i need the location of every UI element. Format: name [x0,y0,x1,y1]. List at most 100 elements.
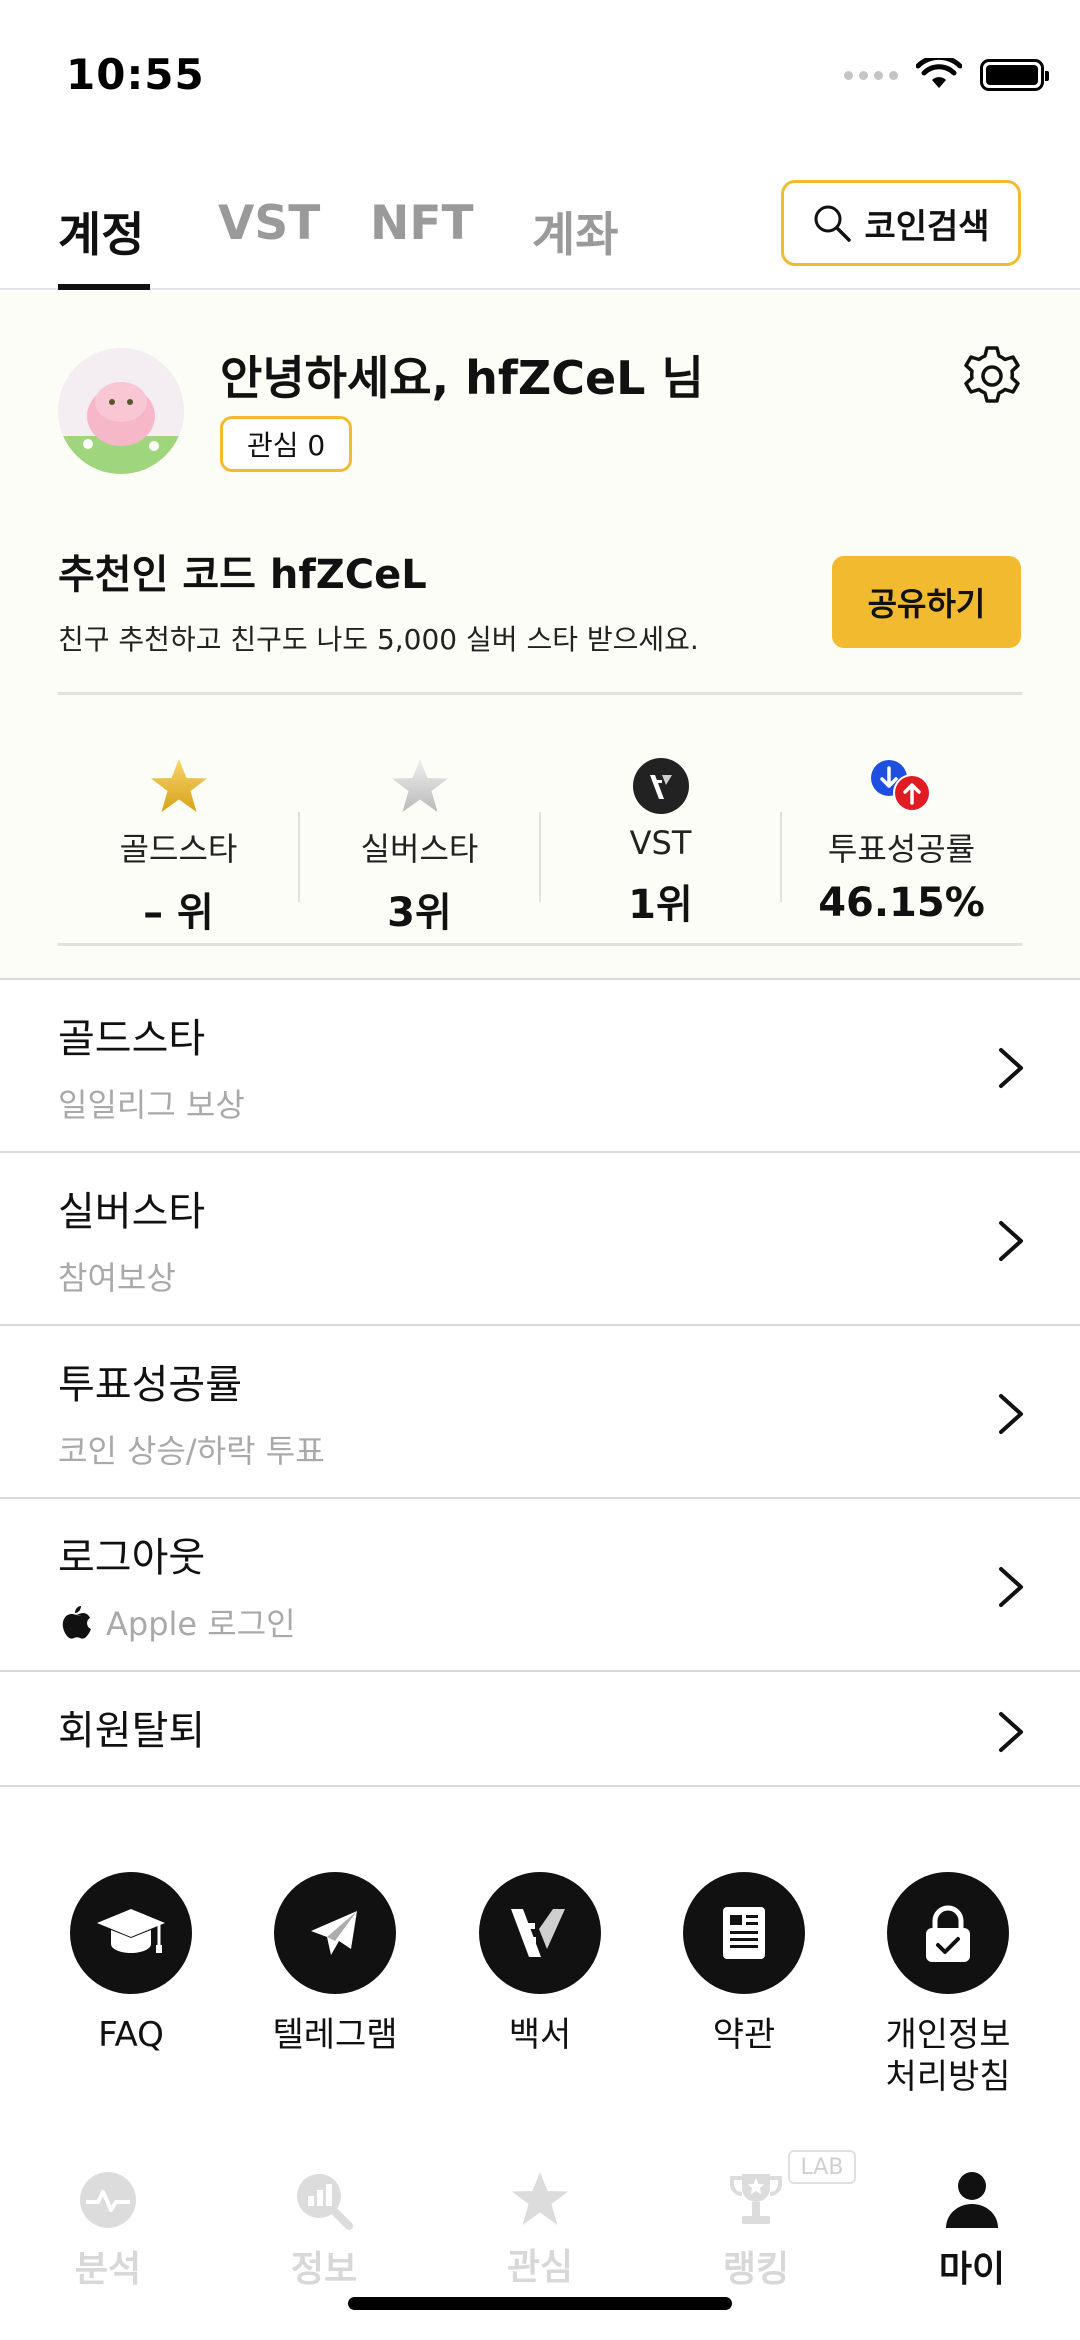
telegram-icon [311,1911,357,1955]
wifi-icon [916,58,962,88]
menu-item-subtitle-text: Apple 로그인 [106,1605,296,1643]
nav-analysis[interactable]: 분석 [28,2170,188,2292]
menu-item-title: 투표성공률 [58,1362,242,1408]
stat-label: 투표성공률 [827,830,976,868]
greeting-text: 안녕하세요, hfZCeL 님 [220,351,704,405]
chevron-right-icon [999,1567,1023,1607]
referral-description: 친구 추천하고 친구도 나도 5,000 실버 스타 받으세요. [58,623,699,656]
nav-label: 정보 [290,2249,358,2290]
menu-item-subtitle: Apple 로그인 [58,1599,296,1645]
shortcut-label-line2: 처리방침 [885,2057,1011,2097]
stat-value: 46.15% [818,880,985,926]
shortcut-label: 백서 [508,2015,572,2055]
star-icon [512,2172,568,2225]
nav-label: 마이 [938,2249,1006,2290]
menu-item-title: 로그아웃 [58,1535,206,1581]
menu-item-title: 골드스타 [58,1016,206,1062]
analysis-icon [80,2172,136,2228]
home-indicator [348,2297,732,2310]
stat-value: – 위 [143,890,214,936]
menu-item-gold-star[interactable]: 골드스타 일일리그 보상 [0,980,1080,1153]
shortcut-label: 텔레그램 [272,2015,398,2055]
silver-star-icon [391,759,448,812]
stat-label: VST [629,824,692,862]
nav-label: 관심 [506,2247,574,2288]
menu-item-subtitle: 일일리그 보상 [58,1080,245,1126]
menu-item-subtitle-text: 참여보상 [58,1259,176,1297]
search-icon [814,205,852,242]
menu-item-silver-star[interactable]: 실버스타 참여보상 [0,1153,1080,1326]
divider [58,692,1022,695]
status-icons [844,58,1049,92]
status-bar: 10:55 [0,0,1080,150]
nav-ranking[interactable]: 랭킹 [676,2170,836,2292]
stat-vst[interactable]: VST 1위 [540,732,781,932]
gold-star-icon [150,759,207,812]
apple-logo-icon [62,1606,91,1639]
menu-item-title: 실버스타 [58,1189,206,1235]
active-tab-indicator [58,284,150,290]
nav-my[interactable]: 마이 [892,2170,1052,2292]
menu-item-subtitle-text: 코인 상승/하락 투표 [58,1432,325,1470]
menu-item-subtitle-text: 일일리그 보상 [58,1086,245,1124]
battery-icon [980,59,1049,91]
shortcut-whitepaper[interactable]: 백서 [440,1872,640,2056]
stat-label: 골드스타 [119,830,238,868]
nav-info[interactable]: 정보 [244,2170,404,2292]
vote-updown-icon [870,760,931,812]
chevron-right-icon [999,1394,1023,1434]
shortcut-label: FAQ [98,2015,164,2055]
shortcut-faq[interactable]: FAQ [31,1872,231,2056]
menu-list: 골드스타 일일리그 보상 실버스타 참여보상 투표성공률 코인 상승/하락 투표… [0,978,1080,1787]
tab-vst[interactable]: VST [218,196,320,251]
menu-item-subtitle: 참여보상 [58,1253,176,1299]
avatar-image [58,348,184,474]
shortcut-row: FAQ 텔레그램 백서 약관 개인정보 처리방침 [0,1872,1080,2097]
document-icon [723,1907,765,1959]
tab-nft[interactable]: NFT [370,196,474,251]
menu-item-vote-success[interactable]: 투표성공률 코인 상승/하락 투표 [0,1326,1080,1499]
menu-item-subtitle: 코인 상승/하락 투표 [58,1426,325,1472]
coin-search-button[interactable]: 코인검색 [781,180,1021,266]
stat-value: 1위 [628,882,693,928]
stat-value: 3위 [387,890,452,936]
menu-item-withdraw[interactable]: 회원탈퇴 [0,1672,1080,1787]
settings-gear-icon[interactable] [960,344,1024,408]
tab-wallet[interactable]: 계좌 [532,196,618,265]
stat-vote-success[interactable]: 투표성공률 46.15% [781,732,1022,932]
lock-icon [926,1905,970,1962]
vst-logo-icon [511,1909,565,1957]
person-icon [946,2172,998,2228]
interest-count-chip[interactable]: 관심 0 [220,416,353,472]
stats-row: 골드스타 – 위 실버스타 3위 VST 1위 투표성공률 46.15% [58,732,1022,936]
referral-code-title: 추천인 코드 hfZCeL [58,552,427,598]
nav-label: 랭킹 [722,2249,790,2290]
bottom-nav: 분석 정보 관심 LAB 랭킹 마이 [0,2150,1080,2340]
coin-search-label: 코인검색 [864,206,990,247]
tab-account[interactable]: 계정 [58,196,144,265]
stat-gold-star[interactable]: 골드스타 – 위 [58,732,299,936]
stat-silver-star[interactable]: 실버스타 3위 [299,732,540,936]
chevron-right-icon [999,1048,1023,1088]
share-button[interactable]: 공유하기 [832,556,1021,648]
menu-item-title: 회원탈퇴 [58,1708,206,1754]
shortcut-label-line1: 개인정보 [885,2015,1011,2055]
trophy-icon [730,2174,782,2224]
chevron-right-icon [999,1712,1023,1752]
shortcut-telegram[interactable]: 텔레그램 [235,1872,435,2056]
shortcut-privacy-policy[interactable]: 개인정보 처리방침 [848,1872,1048,2098]
top-tab-bar: 계정 VST NFT 계좌 코인검색 [0,180,1080,290]
profile-section: 안녕하세요, hfZCeL 님 관심 0 추천인 코드 hfZCeL 친구 추천… [0,292,1080,980]
nav-label: 분석 [74,2249,142,2290]
nav-interest[interactable]: 관심 [460,2170,620,2290]
shortcut-terms[interactable]: 약관 [644,1872,844,2056]
graduation-cap-icon [97,1909,165,1953]
avatar[interactable] [58,348,184,474]
stat-label: 실버스타 [360,830,479,868]
vst-logo-icon [632,758,689,814]
info-search-icon [297,2174,353,2230]
shortcut-label: 약관 [712,2015,776,2055]
menu-item-logout[interactable]: 로그아웃 Apple 로그인 [0,1499,1080,1672]
cellular-signal-icon [844,70,898,80]
status-time: 10:55 [66,50,205,99]
